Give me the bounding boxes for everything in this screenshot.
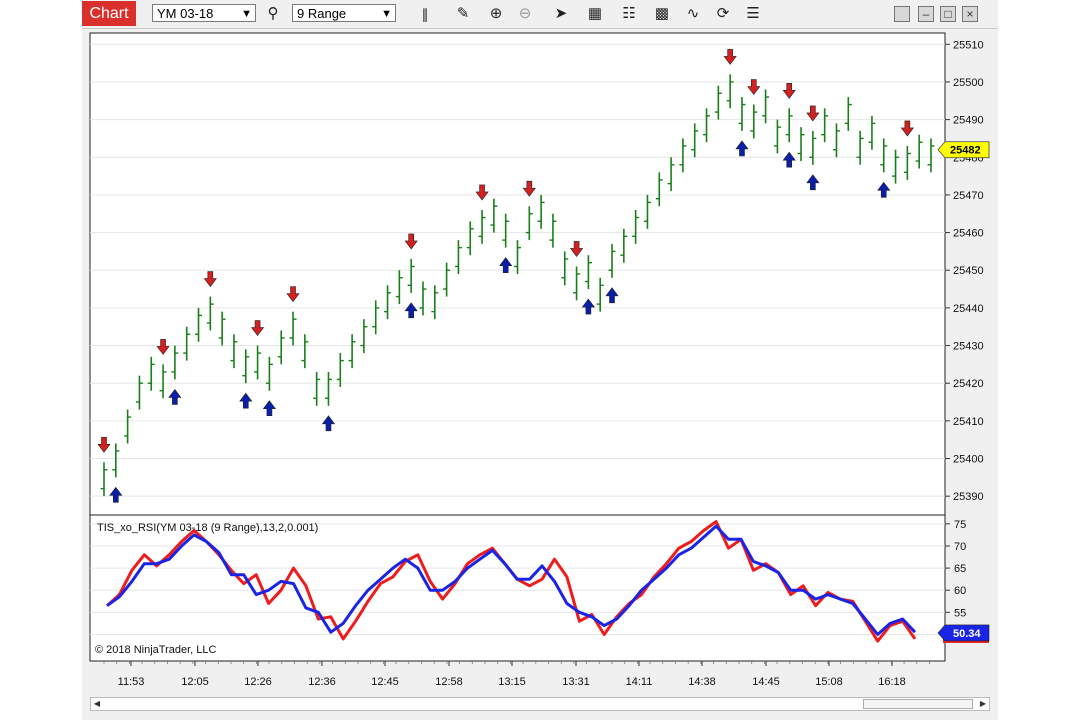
rsi-axis-label: 65 (954, 563, 966, 575)
time-axis-label: 14:38 (688, 676, 716, 688)
time-axis-label: 15:08 (815, 676, 843, 688)
price-axis-label: 25470 (953, 190, 984, 202)
close-button[interactable]: × (962, 6, 978, 22)
zoom-in-icon[interactable]: ⊕ (485, 3, 507, 25)
price-axis-label: 25500 (953, 77, 984, 89)
bar-type-value: 9 Range (297, 6, 347, 21)
scroll-left-icon[interactable]: ◀ (91, 698, 103, 710)
rsi-panel (89, 514, 946, 662)
scrollbar-thumb[interactable] (863, 699, 973, 709)
minimize-button[interactable]: – (918, 6, 934, 22)
properties-icon[interactable]: ☷ (618, 3, 640, 25)
chart-canvas[interactable]: 25390 25400 25410 25420 25430 25440 25450 25460… (82, 28, 998, 720)
time-axis-label: 11:53 (118, 676, 145, 688)
search-icon[interactable]: ⚲ (262, 3, 284, 25)
scroll-right-icon[interactable]: ▶ (977, 698, 989, 710)
chart-tab[interactable]: Chart (82, 1, 136, 26)
pencil-icon[interactable]: ✎ (452, 3, 474, 25)
price-axis-label: 25410 (953, 416, 984, 428)
time-axis-label: 14:45 (752, 676, 780, 688)
rsi-axis-label: 75 (954, 519, 966, 531)
price-axis-label: 25450 (953, 265, 984, 277)
price-axis-label: 25430 (953, 341, 984, 353)
time-axis-label: 12:58 (435, 676, 463, 688)
chevron-down-icon: ▼ (241, 8, 252, 20)
instrument-selector[interactable]: YM 03-18 ▼ (152, 4, 256, 22)
price-axis-label: 25490 (953, 115, 984, 127)
time-axis-label: 14:11 (626, 676, 653, 688)
copyright-text: © 2018 NinjaTrader, LLC (95, 644, 216, 656)
time-axis-label: 12:45 (371, 676, 399, 688)
price-axis-label: 25510 (953, 39, 984, 51)
rsi-indicator-title: TIS_xo_RSI(YM 03-18 (9 Range),13,2,0.001… (97, 522, 318, 534)
zoom-out-icon[interactable]: ⊖ (514, 3, 536, 25)
time-axis-label: 13:31 (562, 676, 590, 688)
rsi-axis-label: 55 (954, 607, 966, 619)
time-axis-label: 12:05 (181, 676, 209, 688)
price-axis-label: 25400 (953, 454, 984, 466)
window-option-button[interactable] (894, 6, 910, 22)
price-axis-label: 25440 (953, 303, 984, 315)
data-box-icon[interactable]: ▦ (584, 3, 606, 25)
price-axis-label: 25420 (953, 378, 984, 390)
drawing-tools-icon[interactable]: ∿ (682, 3, 704, 25)
time-axis-label: 16:18 (878, 676, 906, 688)
rsi-axis-label: 60 (954, 585, 966, 597)
rsi-axis-label: 70 (954, 541, 966, 553)
chevron-down-icon: ▼ (381, 8, 392, 20)
maximize-button[interactable]: □ (940, 6, 956, 22)
list-icon[interactable]: ☰ (742, 3, 764, 25)
chart-toolbar: Chart YM 03-18 ▼ ⚲ 9 Range ▼ ∥ ✎ ⊕ ⊖ ➤ ▦… (82, 0, 998, 29)
reload-icon[interactable]: ⟳ (712, 3, 734, 25)
price-axis-label: 25390 (953, 491, 984, 503)
templates-icon[interactable]: ▩ (651, 3, 673, 25)
last-price-label: 25482 (950, 145, 981, 157)
time-axis-label: 12:26 (244, 676, 272, 688)
pointer-icon[interactable]: ➤ (550, 3, 572, 25)
time-axis-label: 12:36 (308, 676, 336, 688)
bar-type-selector[interactable]: 9 Range ▼ (292, 4, 396, 22)
chart-window: Chart YM 03-18 ▼ ⚲ 9 Range ▼ ∥ ✎ ⊕ ⊖ ➤ ▦… (82, 0, 998, 720)
price-axis-label: 25460 (953, 228, 984, 240)
time-axis-label: 13:15 (498, 676, 526, 688)
bars-icon[interactable]: ∥ (414, 3, 436, 25)
horizontal-scrollbar[interactable]: ◀ ▶ (90, 697, 990, 711)
rsi-last-value-label: 50.34 (953, 628, 981, 640)
instrument-value: YM 03-18 (157, 6, 214, 21)
